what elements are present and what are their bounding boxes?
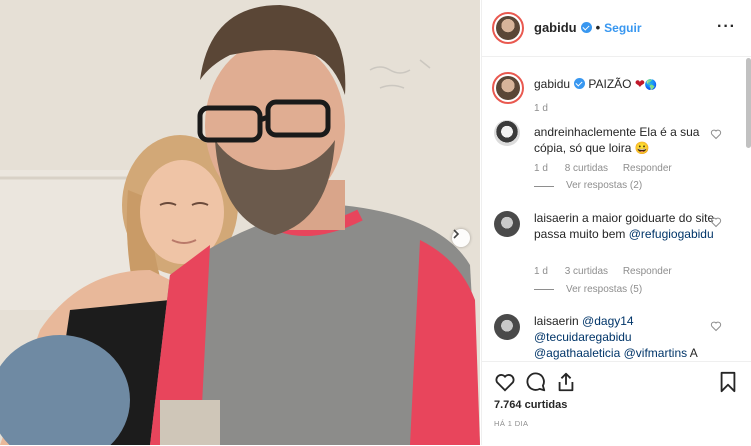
comments-scrollbar[interactable] [746,58,751,148]
comment-likes[interactable]: 8 curtidas [565,163,608,174]
replies-divider [534,186,554,187]
comment-username[interactable]: andreinhaclemente [534,125,636,139]
caption-age: 1 d [534,103,548,114]
author-avatar[interactable] [492,12,524,44]
post-actions: 7.764 curtidas HÁ 1 DIA [482,361,751,446]
caption-text: PAIZÃO [588,77,632,91]
bookmark-icon[interactable] [717,371,739,393]
chevron-right-icon [453,229,460,239]
photo-illustration [0,0,480,445]
reply-button[interactable]: Responder [623,163,672,174]
separator-dot: • [595,20,601,35]
comment-avatar[interactable] [494,211,520,237]
likes-count[interactable]: 7.764 curtidas [494,399,567,411]
comment-mention[interactable]: @dagy14 [582,314,634,328]
heart-icon[interactable] [710,216,722,228]
comment-mention[interactable]: @agathaaleticia [534,346,620,360]
verified-icon [574,78,586,89]
globe-emoji: 🌎 [644,80,658,91]
comment-text: A [689,346,698,360]
comment-likes[interactable]: 3 curtidas [565,266,608,277]
view-replies-button[interactable]: Ver respostas (5) [566,284,642,295]
next-photo-button[interactable] [452,229,470,247]
comment-age: 1 d [534,163,548,174]
comment-1: andreinhaclemente Ela é a sua cópia, só … [534,124,716,156]
replies-divider [534,289,554,290]
heart-icon[interactable] [494,371,516,393]
comment-username[interactable]: laisaerin [534,211,579,225]
comment-2: laisaerin a maior goiduarte do site pass… [534,210,716,242]
instagram-post: gabidu • Seguir ··· gabidu PAIZÃO ❤🌎 1 d a… [0,0,751,445]
comments-list: gabidu PAIZÃO ❤🌎 1 d andreinhaclemente E… [482,57,744,361]
heart-emoji: ❤ [634,77,645,91]
heart-icon[interactable] [710,128,722,140]
author-username[interactable]: gabidu [534,20,577,35]
post-side-panel: gabidu • Seguir ··· gabidu PAIZÃO ❤🌎 1 d a… [481,0,751,445]
comment-username[interactable]: laisaerin [534,314,579,328]
more-icon[interactable]: ··· [717,18,736,36]
comment-age: 1 d [534,266,548,277]
comment-mention[interactable]: @refugiogabidu [629,227,714,241]
post-photo[interactable] [0,0,480,445]
caption: gabidu PAIZÃO ❤🌎 [534,76,716,94]
caption-avatar[interactable] [492,72,524,104]
verified-icon [580,22,592,33]
comment-avatar[interactable] [494,314,520,340]
heart-icon[interactable] [710,320,722,332]
caption-username[interactable]: gabidu [534,77,570,91]
reply-button[interactable]: Responder [623,266,672,277]
follow-button[interactable]: Seguir [604,21,641,35]
post-time[interactable]: HÁ 1 DIA [494,419,528,428]
view-replies-button[interactable]: Ver respostas (2) [566,180,642,191]
share-icon[interactable] [555,371,577,393]
comment-3: laisaerin @dagy14 @tecuidaregabidu @agat… [534,313,716,361]
comment-icon[interactable] [525,371,547,393]
post-header: gabidu • Seguir ··· [482,0,751,57]
comment-mention[interactable]: @tecuidaregabidu [534,330,632,344]
comment-mention[interactable]: @vifmartins [624,346,688,360]
comment-avatar[interactable] [494,120,520,146]
